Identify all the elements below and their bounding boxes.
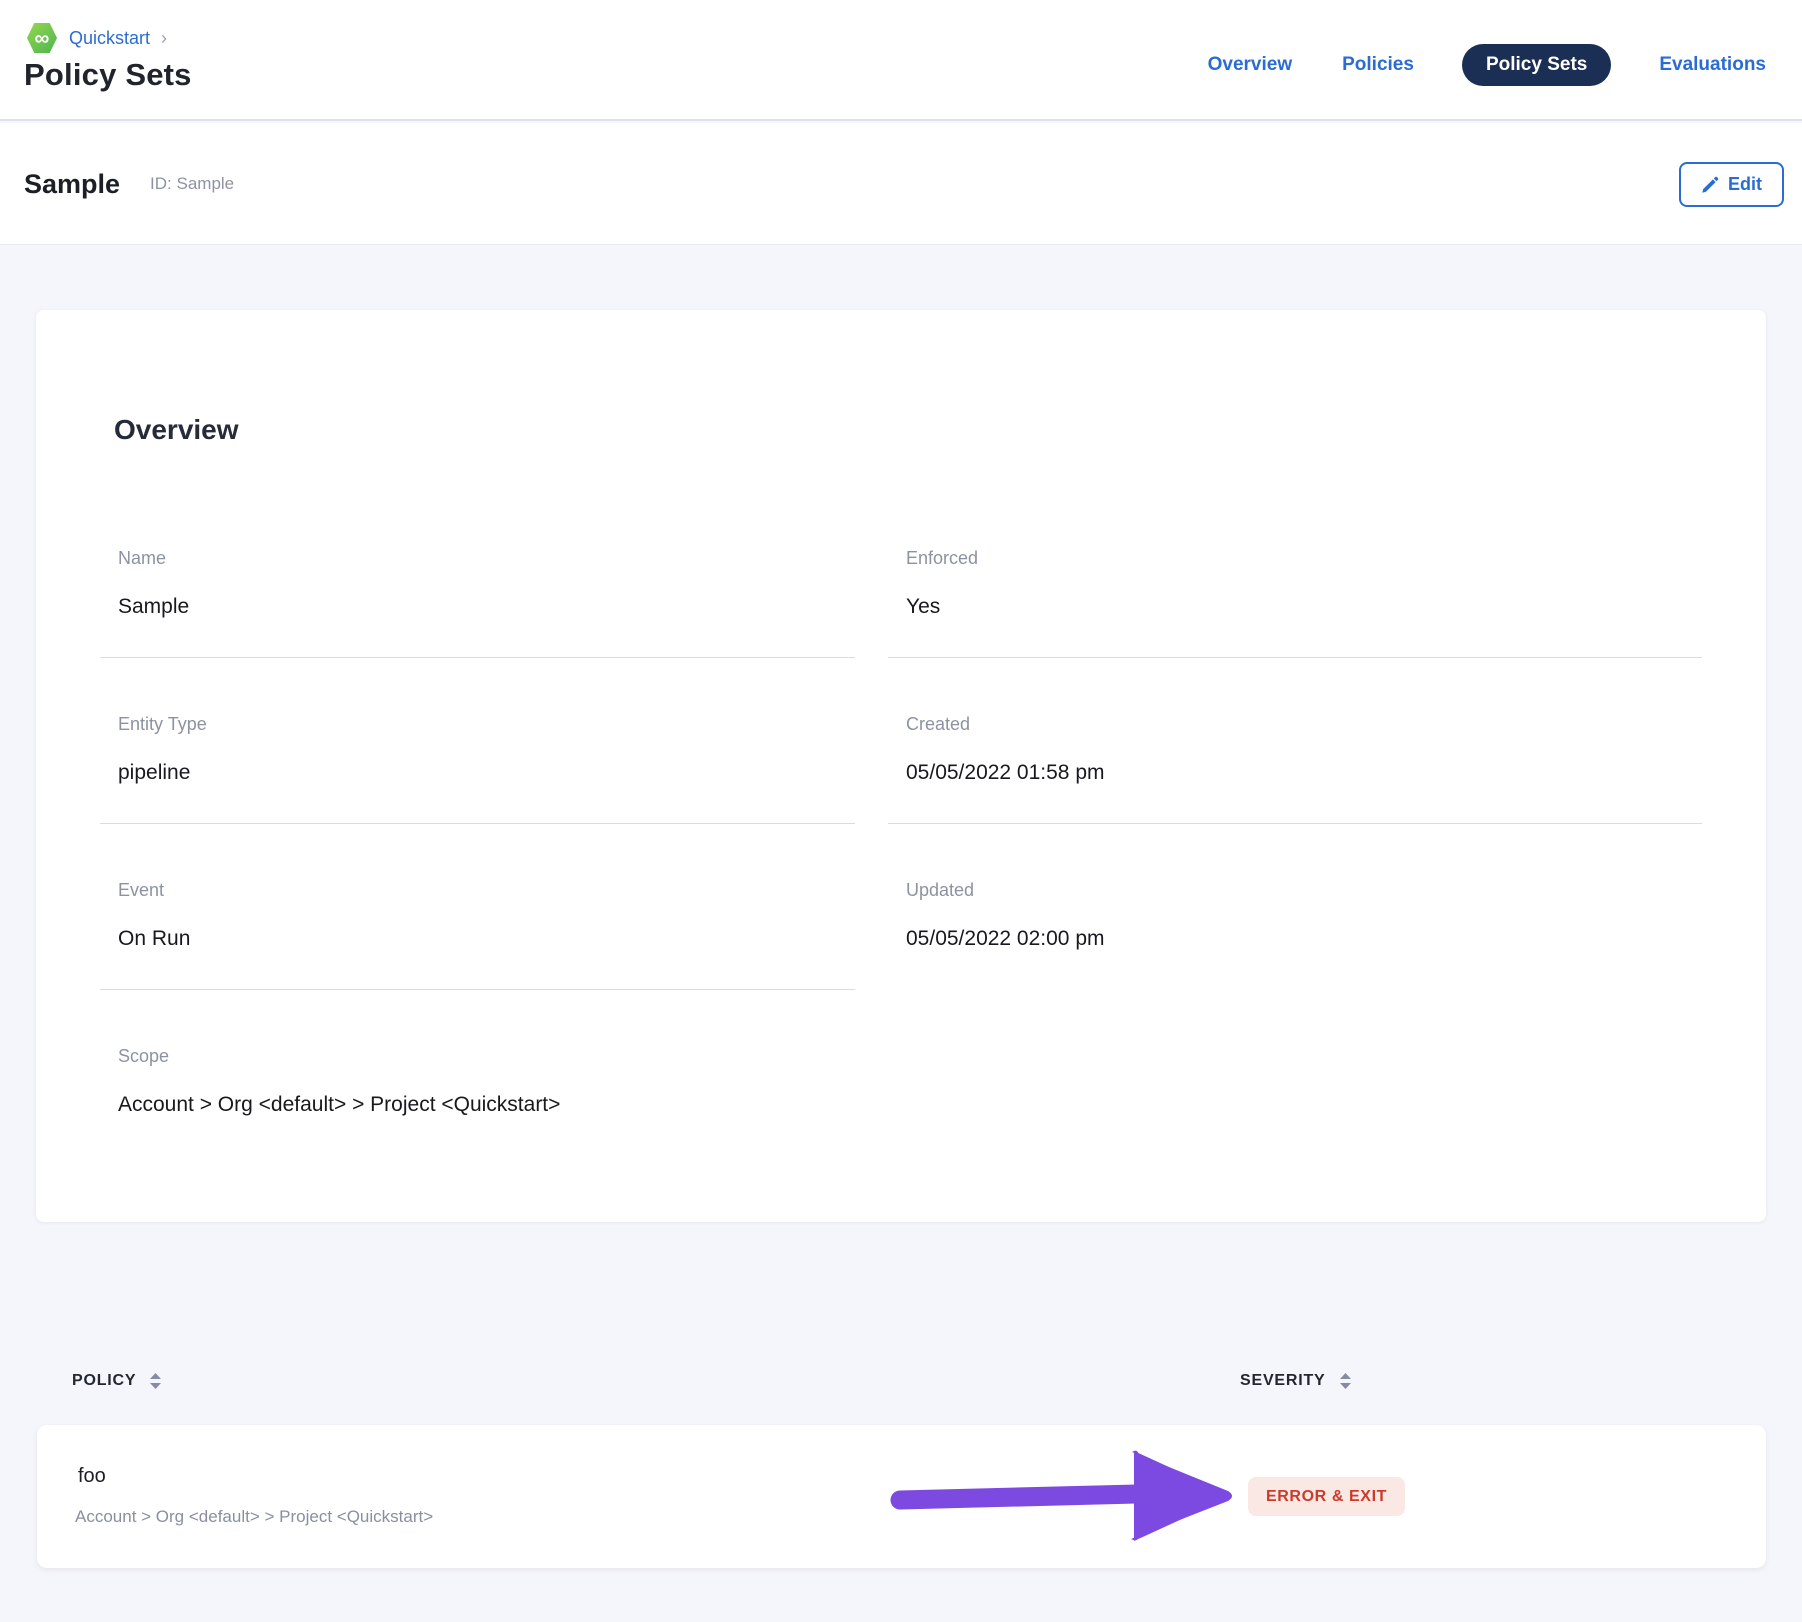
field-created-value: 05/05/2022 01:58 pm [906,761,1702,785]
policy-column-label: POLICY [72,1372,136,1390]
sort-by-severity[interactable]: SEVERITY [1240,1372,1352,1390]
field-event: Event On Run [100,824,855,990]
field-name-label: Name [118,548,855,569]
field-created-label: Created [906,714,1702,735]
field-event-label: Event [118,880,855,901]
field-name-value: Sample [118,595,855,619]
field-enforced-label: Enforced [906,548,1702,569]
policy-set-id: ID: Sample [150,174,234,194]
field-updated: Updated 05/05/2022 02:00 pm [888,824,1702,989]
overview-left-column: Name Sample Entity Type pipeline Event O… [100,548,855,1155]
pencil-icon [1701,176,1719,194]
sort-icon [149,1373,162,1389]
annotation-arrow [842,1439,1242,1554]
field-scope: Scope Account > Org <default> > Project … [100,990,855,1155]
policy-list-header: POLICY SEVERITY [36,1362,1766,1410]
overview-right-column: Enforced Yes Created 05/05/2022 01:58 pm… [888,548,1702,1155]
field-entity-type-label: Entity Type [118,714,855,735]
project-icon: ∞ [26,22,58,54]
tab-policies[interactable]: Policies [1340,44,1416,86]
page-title: Policy Sets [24,57,192,93]
field-enforced-value: Yes [906,595,1702,619]
field-enforced: Enforced Yes [888,548,1702,658]
tab-overview[interactable]: Overview [1206,44,1295,86]
sort-by-policy[interactable]: POLICY [72,1372,162,1390]
field-scope-value: Account > Org <default> > Project <Quick… [118,1093,855,1117]
top-header: ∞ Quickstart › Policy Sets Overview Poli… [0,0,1802,121]
severity-badge: ERROR & EXIT [1248,1477,1405,1516]
field-created: Created 05/05/2022 01:58 pm [888,658,1702,824]
field-event-value: On Run [118,927,855,951]
infinity-glyph: ∞ [35,28,50,49]
field-updated-label: Updated [906,880,1702,901]
overview-card: Overview Name Sample Entity Type pipelin… [36,310,1766,1222]
policy-set-title: Sample [24,169,120,200]
field-scope-label: Scope [118,1046,855,1067]
sub-header: Sample ID: Sample Edit [0,123,1802,245]
field-entity-type: Entity Type pipeline [100,658,855,824]
chevron-right-icon: › [161,28,167,49]
policy-row-scope: Account > Org <default> > Project <Quick… [75,1507,433,1527]
breadcrumb: ∞ Quickstart › [26,22,167,54]
field-entity-type-value: pipeline [118,761,855,785]
edit-button[interactable]: Edit [1679,162,1784,207]
field-name: Name Sample [100,548,855,658]
severity-column-label: SEVERITY [1240,1372,1326,1390]
edit-button-label: Edit [1728,174,1762,195]
sort-icon [1339,1373,1352,1389]
policy-row-foo[interactable]: foo Account > Org <default> > Project <Q… [37,1425,1766,1568]
top-nav: Overview Policies Policy Sets Evaluation… [1206,40,1768,90]
tab-evaluations[interactable]: Evaluations [1657,44,1768,86]
breadcrumb-project-link[interactable]: Quickstart [69,28,150,49]
policy-row-name: foo [78,1465,106,1488]
tab-policy-sets[interactable]: Policy Sets [1462,44,1611,86]
field-updated-value: 05/05/2022 02:00 pm [906,927,1702,951]
overview-heading: Overview [114,414,1702,446]
